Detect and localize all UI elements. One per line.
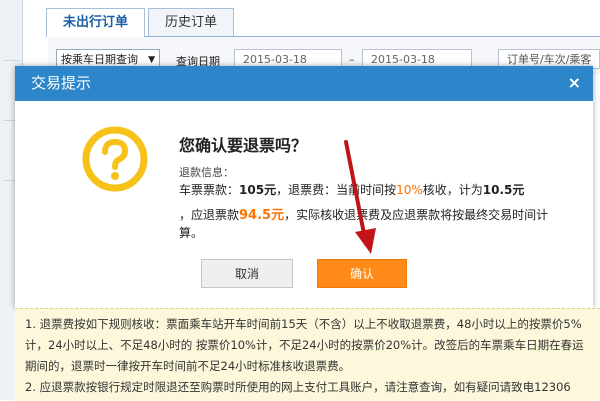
- red-arrow-annotation: [344, 140, 376, 254]
- order-tabs: 未出行订单 历史订单: [46, 0, 600, 37]
- sidebar-divider: [3, 60, 19, 61]
- tab-upcoming-orders[interactable]: 未出行订单: [46, 8, 146, 37]
- query-mode-value: 按乘车日期查询: [61, 53, 138, 66]
- notice-p1-line2: 计，24小时以上、不足48小时的 按票价10%计，不足24小时的按票价20%计。…: [25, 338, 584, 352]
- date-separator: –: [349, 53, 355, 66]
- notice-p1-line3: 期间的，退票时一律按开车时间前不足24小时标准核收退票费。: [25, 359, 351, 373]
- refund-rules-notice: 1. 退票费按如下规则核收：票面乘车站开车时间前15天（不含）以上不收取退票费，…: [15, 308, 600, 401]
- notice-p1-line1: 1. 退票费按如下规则核收：票面乘车站开车时间前15天（不含）以上不收取退票费，…: [25, 317, 582, 331]
- notice-p2-line1: 2. 应退票款按银行规定时限退还至购票时所使用的网上支付工具账户，请注意查询，如…: [25, 380, 571, 394]
- refund-confirm-dialog: 交易提示 × 您确认要退票吗？ 退款信息： 车票票款：105元，退票费：当前时间…: [15, 66, 593, 308]
- tab-history-orders[interactable]: 历史订单: [148, 8, 235, 36]
